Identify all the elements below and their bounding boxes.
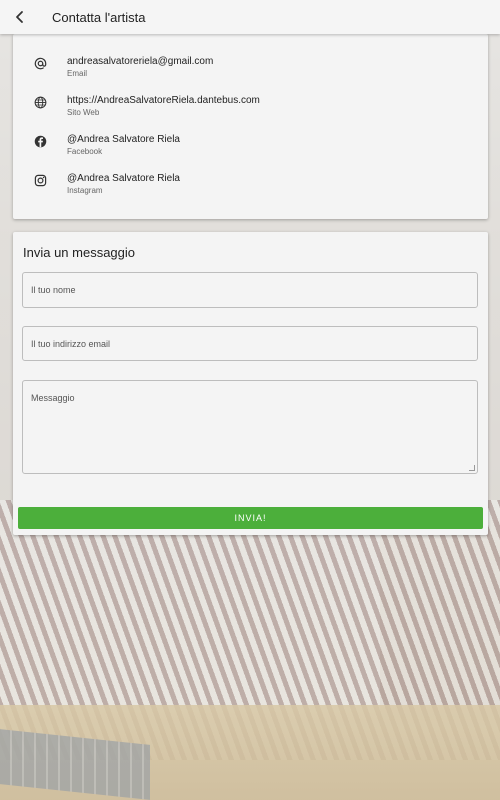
contact-instagram-label: Instagram [67, 186, 103, 195]
contact-website-label: Sito Web [67, 108, 100, 117]
page-title: Contatta l'artista [52, 9, 146, 25]
contact-facebook-value: @Andrea Salvatore Riela [67, 134, 180, 145]
globe-icon [34, 96, 46, 109]
contact-instagram-value: @Andrea Salvatore Riela [67, 173, 180, 184]
message-form-card: Invia un messaggio Il tuo nome Il tuo in… [13, 232, 488, 535]
chevron-left-icon [16, 11, 23, 23]
send-button[interactable]: INVIA! [18, 507, 483, 529]
message-field-placeholder: Messaggio [31, 393, 75, 403]
contact-email-label: Email [67, 69, 88, 78]
contact-email-value: andreasalvatoreriela@gmail.com [67, 56, 214, 67]
facebook-icon [34, 135, 46, 148]
at-icon [34, 57, 46, 70]
contact-row-instagram[interactable]: @Andrea Salvatore Riela Instagram [13, 169, 488, 208]
email-field-placeholder: Il tuo indirizzo email [31, 338, 111, 349]
message-field[interactable]: Messaggio [22, 380, 478, 474]
contact-row-facebook[interactable]: @Andrea Salvatore Riela Facebook [13, 130, 488, 169]
contact-facebook-label: Facebook [67, 147, 103, 156]
resize-handle[interactable] [469, 465, 475, 471]
back-button[interactable] [0, 0, 40, 34]
contact-website-value: https://AndreaSalvatoreRiela.dantebus.co… [67, 95, 260, 106]
contacts-card: andreasalvatoreriela@gmail.com Email htt… [13, 34, 488, 219]
contact-row-email[interactable]: andreasalvatoreriela@gmail.com Email [13, 52, 488, 91]
app-bar: Contatta l'artista [0, 0, 500, 34]
email-field[interactable]: Il tuo indirizzo email [22, 326, 478, 361]
contact-row-website[interactable]: https://AndreaSalvatoreRiela.dantebus.co… [13, 91, 488, 130]
name-field[interactable]: Il tuo nome [22, 272, 478, 308]
instagram-icon [34, 174, 46, 187]
name-field-placeholder: Il tuo nome [31, 285, 76, 295]
form-title: Invia un messaggio [23, 245, 136, 260]
